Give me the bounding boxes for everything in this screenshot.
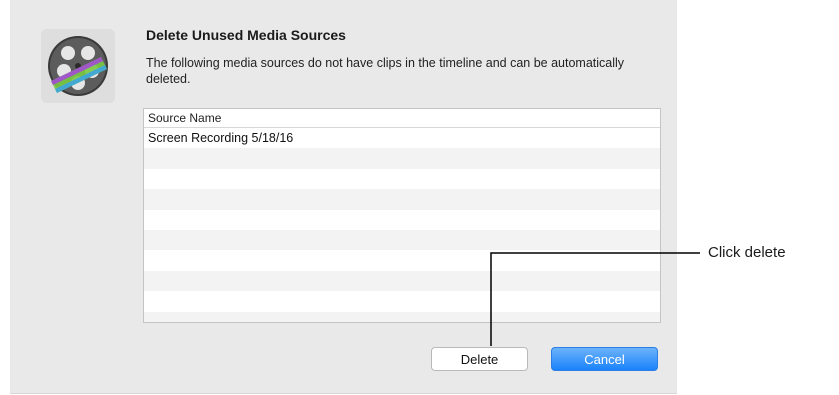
media-sources-list[interactable]: Source Name Screen Recording 5/18/16 [143,108,661,323]
list-item [144,168,660,190]
list-item [144,148,660,169]
list-item [144,209,660,230]
list-rows: Screen Recording 5/18/16 [144,128,660,322]
delete-unused-media-dialog: Delete Unused Media Sources The followin… [10,0,677,394]
cancel-button[interactable]: Cancel [551,347,658,371]
list-item [144,229,660,251]
list-item [144,311,660,322]
list-item [144,270,660,292]
column-header-source-name[interactable]: Source Name [144,109,660,128]
film-reel-icon [41,29,115,103]
dialog-message: The following media sources do not have … [146,56,625,86]
list-item [144,291,660,312]
dialog-title: Delete Unused Media Sources [146,27,346,43]
callout-label: Click delete [708,244,786,261]
list-item [144,250,660,271]
delete-button[interactable]: Delete [431,347,528,371]
list-item[interactable]: Screen Recording 5/18/16 [144,128,660,149]
list-item [144,189,660,210]
